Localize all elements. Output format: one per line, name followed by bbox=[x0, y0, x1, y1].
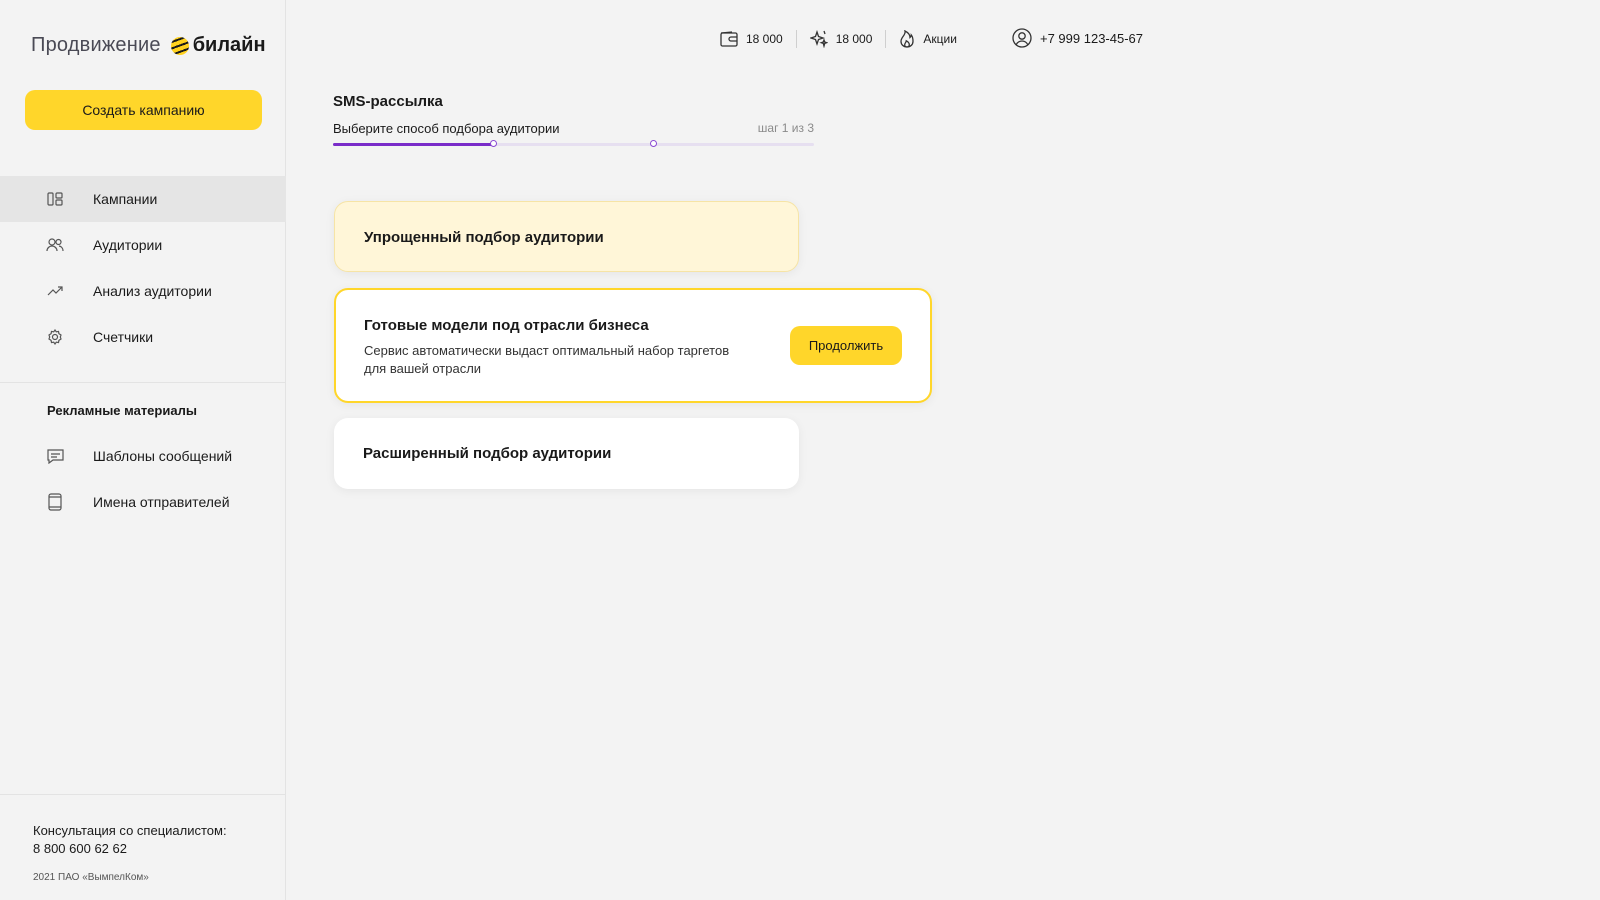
option-industry-models[interactable]: Готовые модели под отрасли бизнеса Серви… bbox=[334, 288, 932, 403]
continue-button[interactable]: Продолжить bbox=[790, 326, 902, 365]
promo-label: Акции bbox=[923, 32, 957, 46]
wizard-step-counter: шаг 1 из 3 bbox=[757, 121, 814, 135]
sidebar-item-message-templates[interactable]: Шаблоны сообщений bbox=[0, 433, 286, 479]
header-stats: 18 000 18 000 Акции bbox=[720, 28, 957, 50]
materials-nav: Шаблоны сообщений Имена отправителей bbox=[0, 433, 286, 525]
sidebar: Продвижение билайн Создать кампанию Камп… bbox=[0, 0, 286, 900]
sidebar-item-label: Счетчики bbox=[93, 329, 154, 345]
logo[interactable]: Продвижение билайн bbox=[31, 34, 266, 57]
balance[interactable]: 18 000 bbox=[720, 31, 783, 47]
divider bbox=[795, 30, 797, 48]
page-title: SMS-рассылка bbox=[333, 93, 443, 110]
fire-icon bbox=[900, 30, 915, 48]
option-advanced-audience[interactable]: Расширенный подбор аудитории bbox=[334, 418, 799, 489]
dashboard-icon bbox=[46, 190, 64, 208]
user-icon bbox=[1012, 28, 1032, 48]
wizard-subtitle: Выберите способ подбора аудитории bbox=[333, 121, 560, 136]
wizard-progress-bar bbox=[333, 140, 814, 147]
sidebar-item-audiences[interactable]: Аудитории bbox=[0, 222, 286, 268]
sidebar-item-label: Кампании bbox=[93, 191, 158, 207]
option-simple-audience[interactable]: Упрощенный подбор аудитории bbox=[334, 201, 799, 272]
user-profile[interactable]: +7 999 123-45-67 bbox=[1012, 28, 1143, 48]
logo-brand: билайн bbox=[192, 34, 266, 56]
option-title: Упрощенный подбор аудитории bbox=[364, 229, 604, 246]
option-title: Расширенный подбор аудитории bbox=[363, 445, 612, 462]
sidebar-item-campaigns[interactable]: Кампании bbox=[0, 176, 286, 222]
user-phone: +7 999 123-45-67 bbox=[1040, 30, 1144, 46]
sparkle-icon bbox=[809, 30, 828, 48]
option-description: Сервис автоматически выдаст оптимальный … bbox=[364, 343, 730, 376]
create-campaign-button[interactable]: Создать кампанию bbox=[25, 90, 262, 130]
sidebar-item-label: Аудитории bbox=[93, 237, 163, 253]
trend-icon bbox=[46, 282, 64, 300]
divider bbox=[885, 30, 887, 48]
sidebar-item-label: Имена отправителей bbox=[93, 494, 230, 510]
sidebar-item-label: Шаблоны сообщений bbox=[93, 448, 233, 464]
beeline-logo-icon bbox=[170, 36, 189, 55]
sidebar-item-label: Анализ аудитории bbox=[93, 283, 212, 299]
progress-step-marker bbox=[490, 140, 497, 147]
sidebar-item-counters[interactable]: Счетчики bbox=[0, 314, 286, 360]
bonus[interactable]: 18 000 bbox=[809, 30, 873, 48]
progress-step-marker bbox=[650, 140, 657, 147]
wallet-icon bbox=[720, 31, 738, 47]
logo-product: Продвижение bbox=[31, 34, 161, 56]
balance-value: 18 000 bbox=[746, 32, 783, 46]
consultation-phone[interactable]: 8 800 600 62 62 bbox=[33, 840, 227, 858]
progress-fill bbox=[333, 143, 494, 146]
sidebar-item-audience-analysis[interactable]: Анализ аудитории bbox=[0, 268, 286, 314]
consultation-block: Консультация со специалистом: 8 800 600 … bbox=[33, 822, 227, 858]
gear-icon bbox=[46, 328, 64, 346]
sidebar-nav: Кампании Аудитории Анализ аудитории Счет… bbox=[0, 176, 286, 360]
ad-materials-heading: Рекламные материалы bbox=[47, 403, 197, 418]
consultation-label: Консультация со специалистом: bbox=[33, 823, 227, 838]
sidebar-item-sender-names[interactable]: Имена отправителей bbox=[0, 479, 286, 525]
divider bbox=[0, 382, 286, 383]
bonus-value: 18 000 bbox=[835, 32, 873, 46]
promo-link[interactable]: Акции bbox=[899, 30, 957, 48]
copyright: 2021 ПАО «ВымпелКом» bbox=[33, 872, 149, 883]
divider bbox=[0, 794, 286, 795]
phone-device-icon bbox=[46, 493, 64, 511]
message-icon bbox=[46, 447, 64, 465]
users-icon bbox=[46, 236, 64, 254]
